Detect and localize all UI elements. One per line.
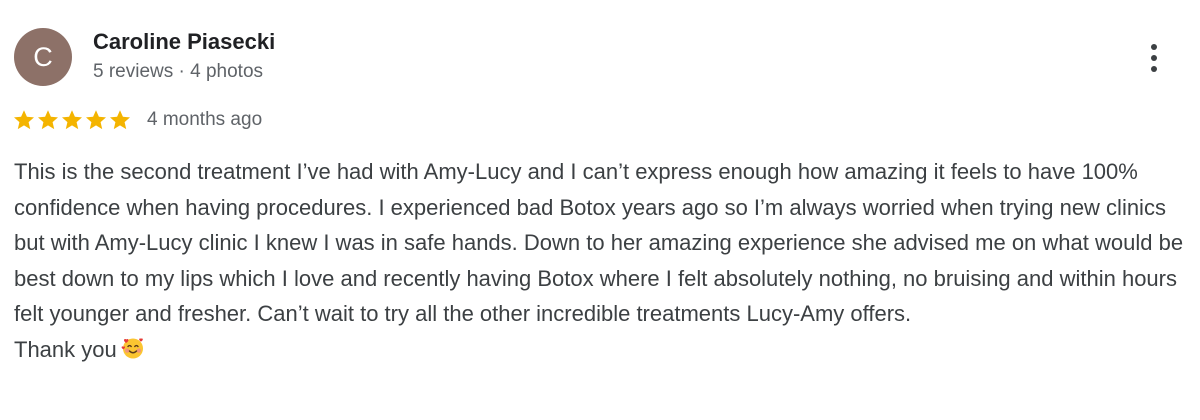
review-closing: Thank you (14, 332, 1186, 368)
reviewer-stats: 5 reviews · 4 photos (93, 61, 264, 82)
star-icon (38, 110, 58, 130)
review-closing-text: Thank you (14, 336, 117, 362)
star-icon (62, 110, 82, 130)
star-icon (14, 110, 34, 130)
smiling-face-with-hearts-icon (121, 337, 143, 358)
more-options-button[interactable] (1138, 38, 1170, 78)
review-date: 4 months ago (147, 109, 263, 130)
review-body: This is the second treatment I’ve had wi… (14, 159, 1184, 326)
star-icon (110, 110, 130, 130)
star-rating (12, 108, 132, 132)
more-vert-icon (1151, 44, 1157, 50)
star-icon (86, 110, 106, 130)
review-card: C Caroline Piasecki 5 reviews · 4 photos… (0, 0, 1200, 420)
review-text: This is the second treatment I’ve had wi… (14, 154, 1186, 367)
reviewer-name[interactable]: Caroline Piasecki (93, 29, 275, 55)
rating-row: 4 months ago (12, 106, 262, 134)
avatar-initial: C (33, 42, 53, 72)
avatar[interactable]: C (14, 28, 72, 86)
